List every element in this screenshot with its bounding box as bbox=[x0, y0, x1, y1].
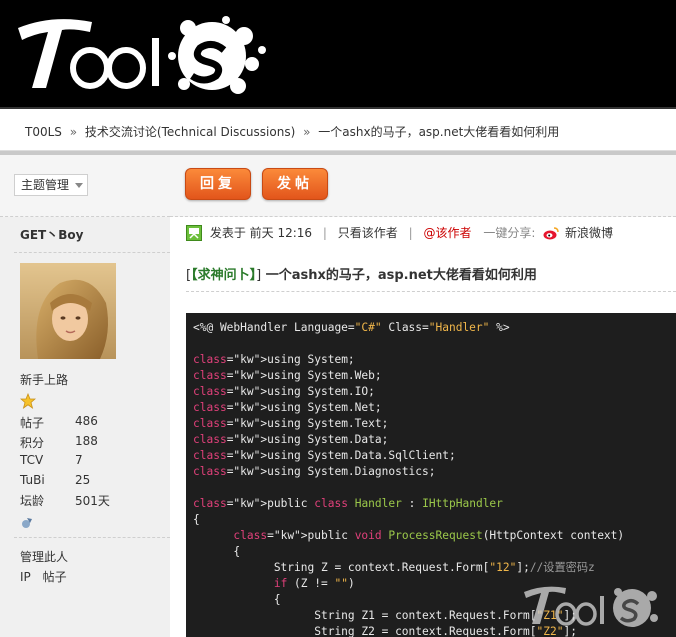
avatar[interactable] bbox=[20, 263, 116, 359]
sidebar-divider bbox=[14, 537, 170, 538]
stat-value: 7 bbox=[75, 453, 83, 467]
ip-row: IP 帖子 bbox=[20, 568, 75, 585]
code-line: { bbox=[193, 545, 241, 558]
stat-value: 188 bbox=[75, 433, 98, 448]
new-post-button[interactable]: 发帖 bbox=[262, 168, 328, 200]
code-line: String Z = context.Request.Form["12"];//… bbox=[193, 561, 595, 574]
chevron-down-icon bbox=[75, 183, 83, 188]
code-line: class="kw">public bbox=[233, 529, 348, 542]
breadcrumb-home-link[interactable]: T00LS bbox=[25, 125, 62, 139]
stat-row: 积分 188 bbox=[20, 434, 160, 454]
t00ls-watermark-logo bbox=[524, 586, 658, 627]
stat-key: TuBi bbox=[20, 472, 45, 487]
code-line: class="kw">using bbox=[193, 385, 301, 398]
author-rank: 新手上路 bbox=[20, 373, 69, 387]
weibo-share-link[interactable]: 新浪微博 bbox=[565, 226, 613, 240]
code-line: class="kw">using bbox=[193, 433, 301, 446]
code-line: if (Z != "") bbox=[273, 577, 355, 590]
message-icon[interactable] bbox=[21, 517, 33, 529]
thread-title: [【求神问卜】] 一个ashx的马子，asp.net大佬看看如何利用 bbox=[186, 264, 537, 283]
stat-row: TCV 7 bbox=[20, 453, 160, 473]
stat-key: TCV bbox=[20, 453, 44, 467]
stat-value[interactable]: 486 bbox=[75, 414, 98, 428]
t00ls-logo[interactable] bbox=[12, 6, 272, 102]
code-line: { bbox=[193, 593, 281, 606]
post-status-icon bbox=[186, 224, 202, 241]
thread-manage-select[interactable]: 主题管理 bbox=[14, 174, 88, 196]
manage-user-link[interactable]: 管理此人 bbox=[20, 548, 68, 565]
author-name-link[interactable]: GET丶Boy bbox=[20, 226, 83, 243]
user-threads-link[interactable]: 帖子 bbox=[43, 570, 67, 584]
share-label: 一键分享: bbox=[483, 226, 536, 240]
author-stats: 帖子 486 积分 188 TCV 7 TuBi 25 坛龄 501天 bbox=[20, 414, 160, 512]
breadcrumb-separator: » bbox=[69, 125, 78, 139]
meta-separator: | bbox=[408, 225, 413, 240]
code-line: <%@ WebHandler Language="C#" Class="Hand… bbox=[193, 321, 510, 334]
breadcrumb: T00LS » 技术交流讨论(Technical Discussions) » … bbox=[0, 109, 676, 151]
code-line: class="kw">using bbox=[193, 449, 301, 462]
stat-key: 帖子 bbox=[20, 416, 45, 430]
post-time: 前天 12:16 bbox=[249, 226, 313, 240]
thread-title-text: 一个ashx的马子，asp.net大佬看看如何利用 bbox=[265, 268, 537, 283]
stat-row: 坛龄 501天 bbox=[20, 492, 160, 512]
stat-key: 坛龄 bbox=[20, 494, 45, 508]
action-bar: 回复 发帖 bbox=[170, 155, 676, 217]
manage-bar: 主题管理 bbox=[0, 155, 170, 217]
stat-key: 积分 bbox=[20, 435, 45, 450]
star-icon bbox=[20, 393, 36, 409]
stat-value: 501天 bbox=[75, 494, 110, 508]
post-meta: 发表于 前天 12:16 | 只看该作者 | @该作者 一键分享: 新浪微博 bbox=[186, 224, 613, 244]
author-divider bbox=[14, 252, 170, 253]
code-line: class="kw">public bbox=[193, 497, 308, 510]
reply-button[interactable]: 回复 bbox=[185, 168, 251, 200]
code-line: class="kw">using bbox=[193, 417, 301, 430]
only-author-link[interactable]: 只看该作者 bbox=[338, 226, 398, 240]
meta-separator: | bbox=[322, 225, 327, 240]
title-divider bbox=[186, 291, 676, 292]
code-line: class="kw">using bbox=[193, 465, 301, 478]
weibo-icon[interactable] bbox=[543, 226, 559, 240]
site-header bbox=[0, 0, 676, 107]
ip-link[interactable]: IP bbox=[20, 570, 31, 584]
breadcrumb-separator: » bbox=[303, 125, 311, 139]
thread-tag-bracket: ] bbox=[256, 268, 262, 283]
breadcrumb-forum-link[interactable]: 技术交流讨论(Technical Discussions) bbox=[85, 125, 295, 139]
breadcrumb-current-thread: 一个ashx的马子，asp.net大佬看看如何利用 bbox=[318, 125, 560, 139]
code-line: class="kw">using bbox=[193, 353, 301, 366]
stat-row: 帖子 486 bbox=[20, 414, 160, 434]
thread-manage-label: 主题管理 bbox=[21, 178, 70, 192]
code-line: class="kw">using bbox=[193, 401, 301, 414]
code-line: { bbox=[193, 513, 200, 526]
thread-type-tag[interactable]: 【求神问卜】 bbox=[191, 268, 256, 283]
at-author-link[interactable]: @该作者 bbox=[424, 226, 472, 240]
code-line: class="kw">using bbox=[193, 369, 301, 382]
posted-on-label: 发表于 bbox=[209, 226, 246, 240]
stat-row: TuBi 25 bbox=[20, 473, 160, 493]
stat-value: 25 bbox=[75, 472, 91, 487]
